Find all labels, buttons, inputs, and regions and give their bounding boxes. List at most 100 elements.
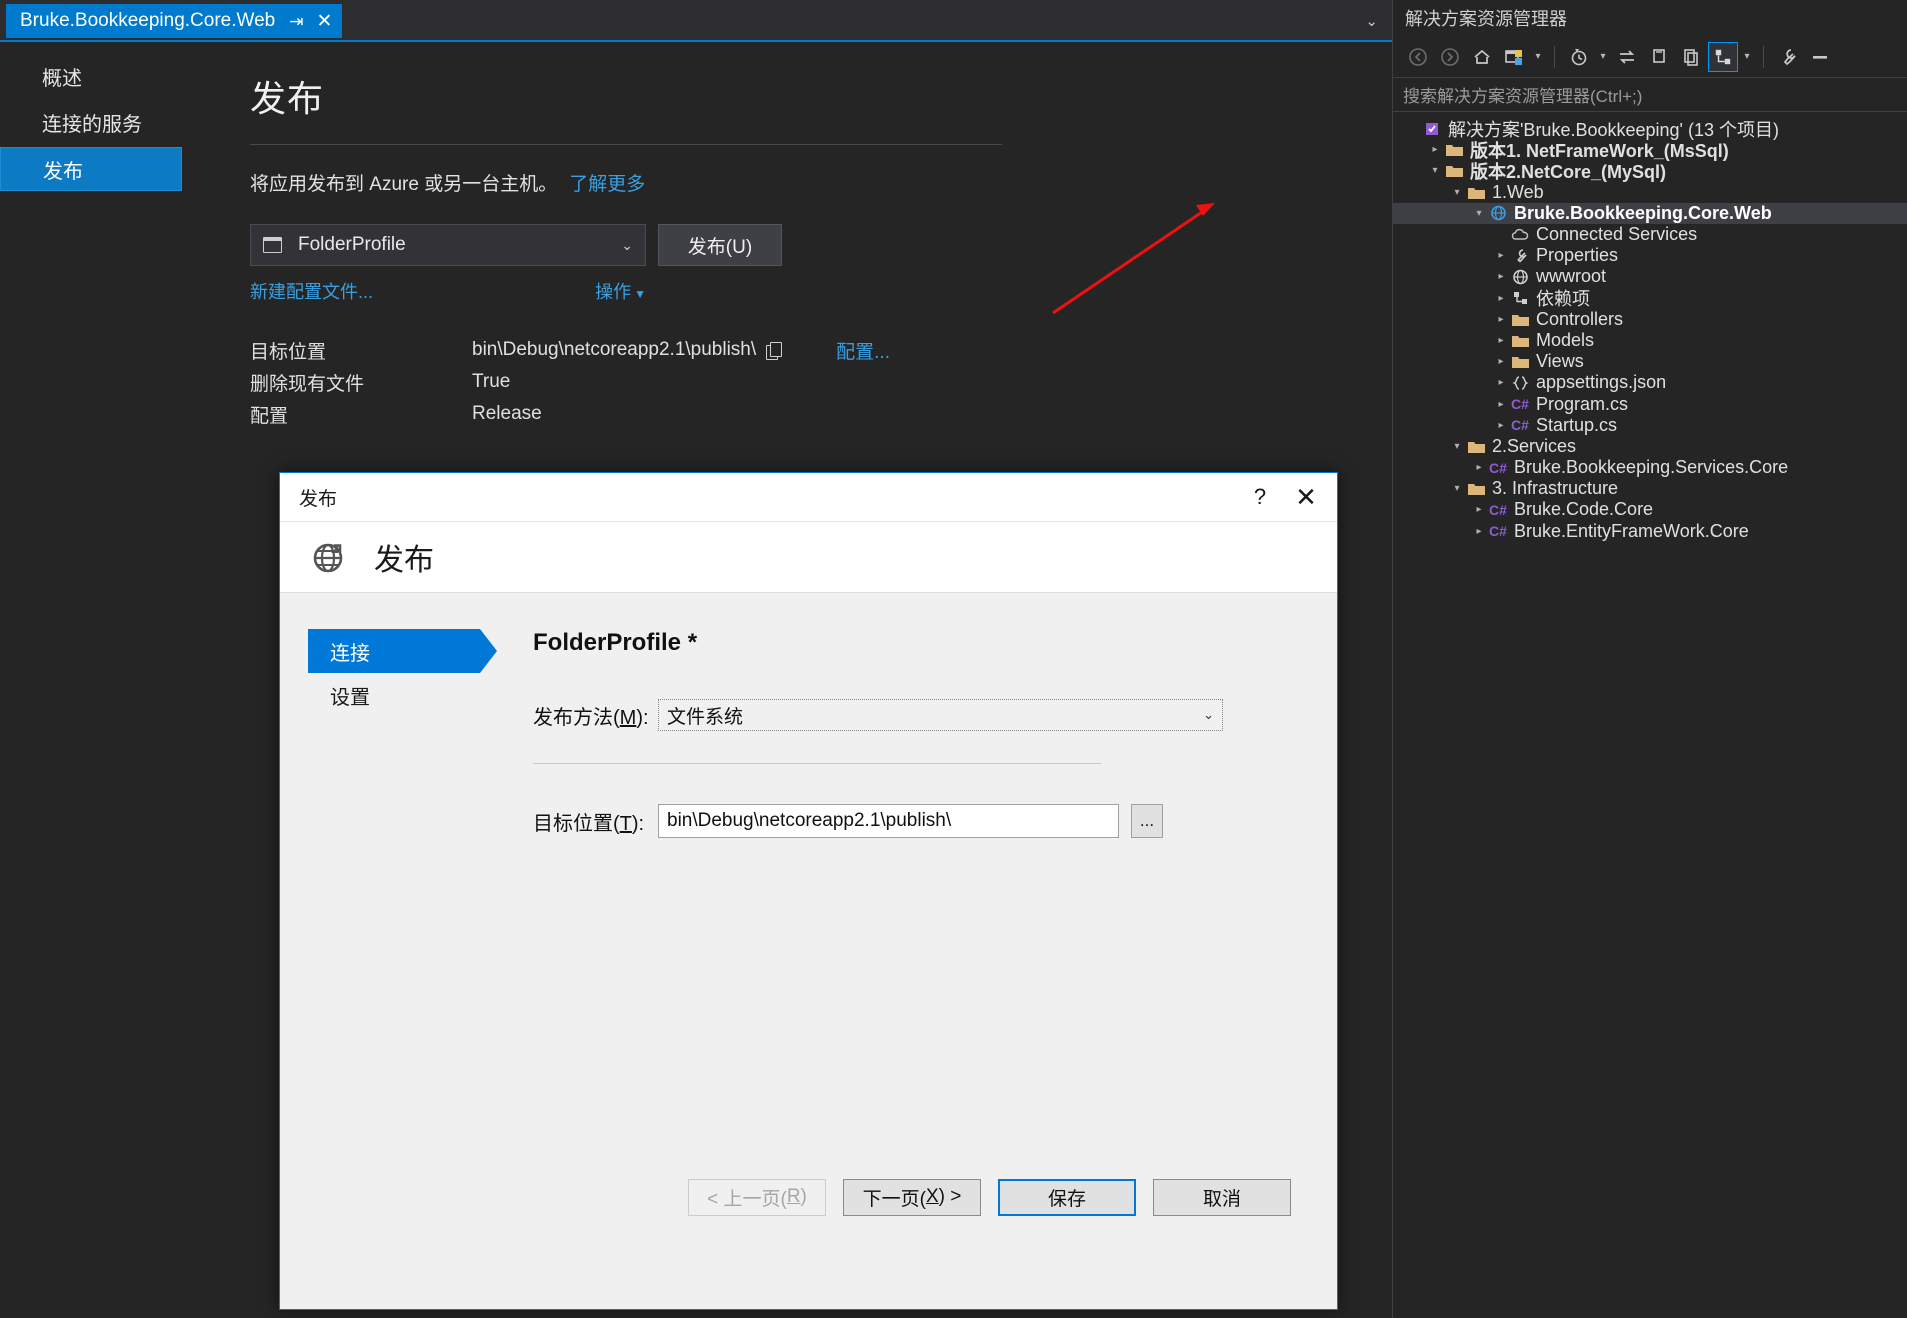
web-icon	[1487, 205, 1509, 221]
tree-item-models[interactable]: ▸ Models	[1393, 330, 1907, 351]
toolbar-divider	[1554, 45, 1555, 68]
new-profile-link[interactable]: 新建配置文件...	[250, 278, 373, 304]
tree-item-appsettings-json[interactable]: ▸ appsettings.json	[1393, 372, 1907, 393]
tree-item-bruke-code-core[interactable]: ▸ C# Bruke.Code.Core	[1393, 499, 1907, 520]
expander-expand-icon[interactable]: ▸	[1493, 250, 1509, 261]
tree-item-startup-cs[interactable]: ▸ C# Startup.cs	[1393, 415, 1907, 436]
dialog-nav-item-settings[interactable]: 设置	[308, 673, 508, 717]
cancel-button[interactable]: 取消	[1153, 1178, 1291, 1216]
sidebar-item-publish[interactable]: 发布	[0, 147, 182, 191]
tree-item-label: Controllers	[1536, 308, 1624, 329]
tab-bruke-bookkeeping-core-web[interactable]: Bruke.Bookkeeping.Core.Web ⇥ ✕	[6, 4, 343, 38]
tree-item-bruke-bookkeeping-services-core[interactable]: ▸ C# Bruke.Bookkeeping.Services.Core	[1393, 457, 1907, 478]
expander-expand-icon[interactable]: ▸	[1471, 526, 1487, 537]
solution-explorer-title: 解决方案资源管理器	[1393, 0, 1907, 36]
tree-item-controllers[interactable]: ▸ Controllers	[1393, 309, 1907, 330]
dialog-nav-item-connection[interactable]: 连接	[308, 629, 497, 673]
expander-collapse-icon[interactable]: ▾	[1427, 165, 1443, 176]
publish-method-label: 发布方法(M):	[533, 701, 658, 730]
expander-expand-icon[interactable]: ▸	[1493, 271, 1509, 282]
chevron-down-icon[interactable]: ▾	[1596, 51, 1610, 62]
expander-expand-icon[interactable]: ▸	[1493, 356, 1509, 367]
folder-icon	[1465, 439, 1487, 454]
tree-item-properties[interactable]: ▸ Properties	[1393, 245, 1907, 266]
solution-views-icon[interactable]	[1499, 42, 1529, 72]
publish-button[interactable]: 发布(U)	[658, 224, 782, 266]
sidebar-item-overview[interactable]: 概述	[0, 55, 210, 97]
tree-item-connected-services[interactable]: Connected Services	[1393, 224, 1907, 245]
expander-expand-icon[interactable]: ▸	[1493, 293, 1509, 304]
actions-menu-button[interactable]: 操作 ▼	[595, 278, 646, 304]
target-location-input[interactable]: bin\Debug\netcoreapp2.1\publish\	[658, 804, 1119, 838]
collapse-all-icon[interactable]	[1676, 42, 1706, 72]
expander-expand-icon[interactable]: ▸	[1471, 504, 1487, 515]
expander-expand-icon[interactable]: ▸	[1471, 462, 1487, 473]
chevron-down-icon[interactable]: ▾	[1740, 51, 1754, 62]
accesskey: M	[619, 706, 637, 729]
chevron-down-icon[interactable]: ▾	[1531, 51, 1545, 62]
expander-collapse-icon[interactable]: ▾	[1449, 441, 1465, 452]
tree-item-3-infrastructure[interactable]: ▾ 3. Infrastructure	[1393, 478, 1907, 499]
folder-icon	[1509, 312, 1531, 327]
dialog-footer: < 上一页(R) 下一页(X) > 保存 取消	[280, 1159, 1337, 1235]
wrench-icon	[1509, 248, 1531, 264]
btn-pre: < 上一页(	[707, 1188, 787, 1210]
tree-item-program-cs[interactable]: ▸ C# Program.cs	[1393, 393, 1907, 414]
detail-value: Release	[472, 403, 542, 424]
help-icon[interactable]: ?	[1237, 473, 1283, 521]
expander-expand-icon[interactable]: ▸	[1493, 314, 1509, 325]
close-icon[interactable]: ✕	[317, 12, 333, 31]
expander-expand-icon[interactable]: ▸	[1427, 144, 1443, 155]
tree-item-label: appsettings.json	[1536, 372, 1667, 393]
previous-button[interactable]: < 上一页(R)	[688, 1178, 826, 1216]
expander-expand-icon[interactable]: ▸	[1493, 420, 1509, 431]
learn-more-link[interactable]: 了解更多	[569, 174, 645, 195]
profile-select-value: FolderProfile	[298, 234, 406, 255]
refresh-icon[interactable]	[1644, 42, 1674, 72]
save-button[interactable]: 保存	[998, 1178, 1136, 1216]
publish-method-row: 发布方法(M): 文件系统 ⌄	[533, 699, 1307, 731]
properties-icon[interactable]	[1773, 42, 1803, 72]
tree-item-views[interactable]: ▸ Views	[1393, 351, 1907, 372]
forward-icon[interactable]	[1435, 42, 1465, 72]
chevron-down-icon[interactable]: ⌄	[1365, 12, 1378, 30]
close-icon[interactable]: ✕	[1283, 473, 1329, 521]
dialog-nav-label: 连接	[330, 642, 370, 665]
target-location-value: bin\Debug\netcoreapp2.1\publish\	[667, 810, 952, 831]
tree-item-[interactable]: ▸ 依赖项	[1393, 288, 1907, 309]
configure-link[interactable]: 配置...	[836, 337, 890, 364]
tree-item-label: 1.Web	[1492, 181, 1544, 202]
back-icon[interactable]	[1403, 42, 1433, 72]
expander-expand-icon[interactable]: ▸	[1493, 377, 1509, 388]
profile-select[interactable]: FolderProfile ⌄	[250, 224, 646, 266]
home-icon[interactable]	[1467, 42, 1497, 72]
expander-expand-icon[interactable]: ▸	[1493, 399, 1509, 410]
expander-collapse-icon[interactable]: ▾	[1471, 208, 1487, 219]
tree-item-2-services[interactable]: ▾ 2.Services	[1393, 436, 1907, 457]
publish-description: 将应用发布到 Azure 或另一台主机。 了解更多	[250, 169, 1300, 196]
sync-with-active-document-icon[interactable]	[1612, 42, 1642, 72]
tree-item-wwwroot[interactable]: ▸ wwwroot	[1393, 266, 1907, 287]
search-input[interactable]: 搜索解决方案资源管理器(Ctrl+;)	[1393, 78, 1907, 112]
sidebar-item-connected-services[interactable]: 连接的服务	[0, 101, 210, 143]
tree-item-bruke-entityframework-core[interactable]: ▸ C# Bruke.EntityFrameWork.Core	[1393, 521, 1907, 542]
tree-item-1-web[interactable]: ▾ 1.Web	[1393, 182, 1907, 203]
solution-explorer-panel: 解决方案资源管理器 ▾ ▾ ▾ 搜索解决方案资源管理器(Ctrl+;) 解决方案…	[1392, 0, 1907, 1318]
next-button[interactable]: 下一页(X) >	[843, 1178, 981, 1216]
tree-item-bruke-bookkeeping-core-web[interactable]: ▾ Bruke.Bookkeeping.Core.Web	[1393, 202, 1907, 224]
tree-item-label: Bruke.Code.Core	[1514, 499, 1654, 520]
pending-changes-icon[interactable]	[1564, 42, 1594, 72]
publish-method-select[interactable]: 文件系统 ⌄	[658, 699, 1223, 731]
folder-icon	[1443, 142, 1465, 157]
expander-expand-icon[interactable]: ▸	[1493, 335, 1509, 346]
tree-item-2-netcore-mysql[interactable]: ▾ 版本2.NetCore_(MySql)	[1393, 160, 1907, 182]
browse-button[interactable]: ...	[1131, 804, 1163, 838]
expander-collapse-icon[interactable]: ▾	[1449, 187, 1465, 198]
show-all-files-icon[interactable]	[1708, 41, 1738, 72]
folder-icon	[1509, 333, 1531, 348]
dialog-body: 连接 设置 FolderProfile * 发布方法(M): 文件系统 ⌄ 目标…	[280, 593, 1337, 1235]
copy-icon[interactable]	[766, 341, 783, 360]
pin-icon[interactable]: ⇥	[289, 13, 303, 30]
preview-selected-items-icon[interactable]	[1805, 42, 1835, 72]
expander-collapse-icon[interactable]: ▾	[1449, 483, 1465, 494]
